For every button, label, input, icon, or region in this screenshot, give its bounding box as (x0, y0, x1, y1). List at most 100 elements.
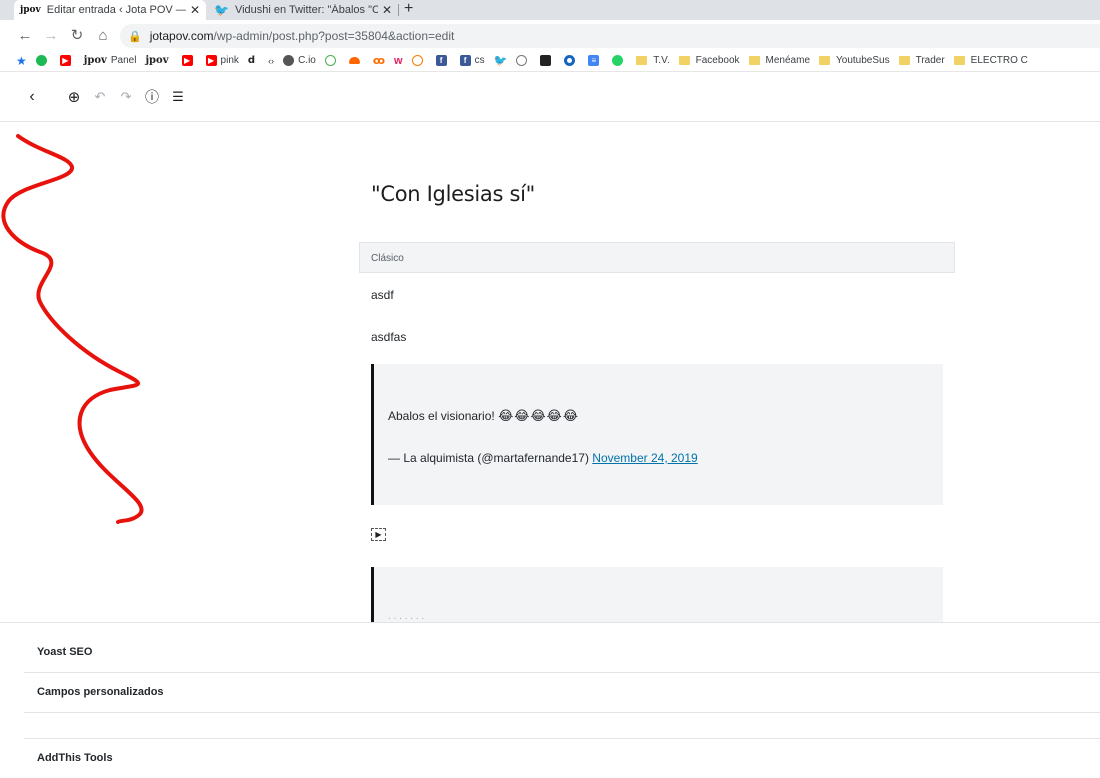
tab-separator (398, 4, 399, 16)
metabox-title: Yoast SEO (37, 646, 93, 658)
paragraph[interactable]: asdfas (371, 330, 406, 344)
url-host: jotapov.com (149, 29, 214, 43)
lock-icon: 🔒 (128, 30, 142, 43)
cloud-icon (348, 57, 360, 64)
bookmark-cs[interactable]: f cs (459, 55, 485, 66)
chevron-left-icon[interactable]: ‹ (22, 88, 42, 106)
tab-title: Editar entrada ‹ Jota POV — Wor (46, 4, 186, 16)
jpov-icon: jpov (83, 55, 107, 66)
metabox-yoast-seo[interactable]: Yoast SEO (24, 633, 1100, 673)
youtube-icon: ▶ (205, 55, 217, 66)
bookmark-circle[interactable] (564, 55, 579, 66)
folder-icon (636, 56, 648, 65)
close-icon[interactable]: ✕ (190, 3, 200, 17)
bookmark-label: YoutubeSus (836, 55, 890, 66)
close-icon[interactable]: ✕ (382, 3, 392, 17)
bookmark-w[interactable]: w (394, 55, 403, 67)
bookmark-cio[interactable]: C.io (283, 55, 316, 66)
bookmark-dark[interactable] (540, 55, 555, 66)
tweet-text-body: Abalos el visionario! (388, 409, 495, 423)
bookmark-folder-facebook[interactable]: Facebook (678, 55, 740, 66)
bookmark-label: T.V. (653, 55, 670, 66)
new-tab-button[interactable]: + (404, 0, 413, 20)
twitter-icon: 🐦 (214, 3, 229, 17)
embedded-tweet-blockquote[interactable]: Abalos el visionario! 😂😂😂😂😂 — La alquimi… (371, 364, 943, 505)
star-icon: ★ (16, 53, 27, 68)
bookmark-twitter[interactable]: 🐦 (494, 54, 508, 67)
paragraph[interactable]: asdf (371, 288, 394, 302)
bookmark-folder-tv[interactable]: T.V. (636, 55, 670, 66)
bookmark-folder-electro[interactable]: ELECTRO C (953, 55, 1028, 66)
bookmark-whatsapp[interactable] (612, 55, 627, 66)
reload-icon[interactable]: ↻ (64, 26, 90, 44)
metabox-campos-personalizados[interactable]: Campos personalizados (24, 673, 1100, 713)
editor-canvas: "Con Iglesias sí" Clásico asdf asdfas Ab… (0, 122, 1100, 622)
post-title[interactable]: "Con Iglesias sí" (371, 182, 535, 206)
forward-arrow-icon[interactable]: → (38, 27, 64, 44)
code-icon: ‹› (268, 55, 275, 66)
bookmark-folder-youtubesus[interactable]: YoutubeSus (819, 55, 890, 66)
folder-icon (819, 56, 830, 65)
jpov-icon: jpov (145, 55, 169, 66)
metabox-title: Campos personalizados (37, 686, 164, 698)
tab-twitter[interactable]: 🐦 Vidushi en Twitter: "Ábalos "Con ✕ (208, 0, 398, 20)
bookmark-star[interactable]: ★ (16, 54, 27, 68)
dark-square-icon (540, 55, 552, 66)
bookmark-label: Panel (110, 55, 137, 66)
d-icon: d (247, 55, 256, 66)
folder-icon (678, 56, 690, 65)
tweet-author: — La alquimista (@martafernande17) (388, 451, 589, 465)
metabox-title: AddThis Tools (37, 752, 113, 764)
undo-icon[interactable]: ↶ (90, 89, 110, 105)
cut-off-text: . . . . . . . (388, 611, 425, 622)
bookmark-pink[interactable]: ▶ pink (205, 55, 239, 66)
home-icon[interactable]: ⌂ (90, 27, 116, 44)
classic-block-toolbar[interactable]: Clásico (359, 242, 955, 273)
bookmark-spotify[interactable] (35, 55, 51, 66)
folder-icon (898, 56, 910, 65)
folder-icon (953, 56, 965, 65)
bookmark-phone[interactable] (516, 55, 531, 66)
bookmark-panel[interactable]: jpov Panel (84, 55, 137, 66)
bookmark-label: ELECTRO C (970, 55, 1028, 66)
bookmark-folder-trader[interactable]: Trader (898, 55, 945, 66)
add-block-icon[interactable]: ⊕ (64, 88, 84, 106)
video-placeholder-icon[interactable]: ▶ (371, 528, 386, 541)
youtube-icon: ▶ (59, 55, 71, 66)
bookmark-hat[interactable] (411, 55, 427, 66)
bookmark-code[interactable]: ‹› (268, 56, 274, 66)
bookmark-youtube-2[interactable]: ▶ (181, 55, 197, 66)
embedded-tweet-blockquote-2[interactable]: . . . . . . . (371, 567, 943, 622)
doc-icon: ≡ (588, 55, 600, 66)
bookmark-youtube[interactable]: ▶ (59, 55, 75, 66)
back-arrow-icon[interactable]: ← (12, 27, 38, 44)
bookmark-label: Trader (915, 55, 945, 66)
bookmark-label: cs (474, 55, 485, 66)
bookmark-jpov[interactable]: jpov (145, 55, 172, 66)
bookmark-facebook[interactable]: f (435, 55, 451, 66)
tweet-date-link[interactable]: November 24, 2019 (592, 451, 697, 465)
info-icon[interactable]: ⓘ (142, 87, 162, 107)
youtube-icon: ▶ (181, 55, 193, 66)
list-view-icon[interactable]: ☰ (168, 89, 188, 105)
jpov-favicon: jpov (20, 5, 41, 15)
bookmark-label: C.io (298, 55, 316, 66)
address-bar[interactable]: 🔒 jotapov.com/wp-admin/post.php?post=358… (120, 24, 1100, 48)
laughing-emoji-icon: 😂😂😂😂😂 (498, 408, 580, 423)
bookmark-cloud[interactable] (348, 57, 364, 64)
green-circle-icon (324, 55, 336, 66)
bookmark-d[interactable]: d (248, 55, 259, 66)
metabox-addthis-tools[interactable]: AddThis Tools (24, 738, 1100, 778)
bookmark-folder-meneame[interactable]: Menéame (748, 55, 810, 66)
twitter-icon: 🐦 (493, 55, 508, 67)
circle-icon (564, 55, 576, 66)
tab-editar-entrada[interactable]: jpov Editar entrada ‹ Jota POV — Wor ✕ (14, 0, 206, 20)
redo-icon[interactable]: ↷ (116, 89, 136, 105)
url-path: /wp-admin/post.php?post=35804&action=edi… (213, 29, 455, 43)
facebook-icon: f (435, 55, 447, 66)
bookmark-green[interactable] (324, 55, 340, 66)
browser-tab-strip: jpov Editar entrada ‹ Jota POV — Wor ✕ 🐦… (0, 0, 1100, 20)
bookmark-doc[interactable]: ≡ (588, 55, 603, 66)
bookmark-link[interactable]: ꝏ (373, 54, 385, 67)
phone-icon (516, 55, 528, 66)
